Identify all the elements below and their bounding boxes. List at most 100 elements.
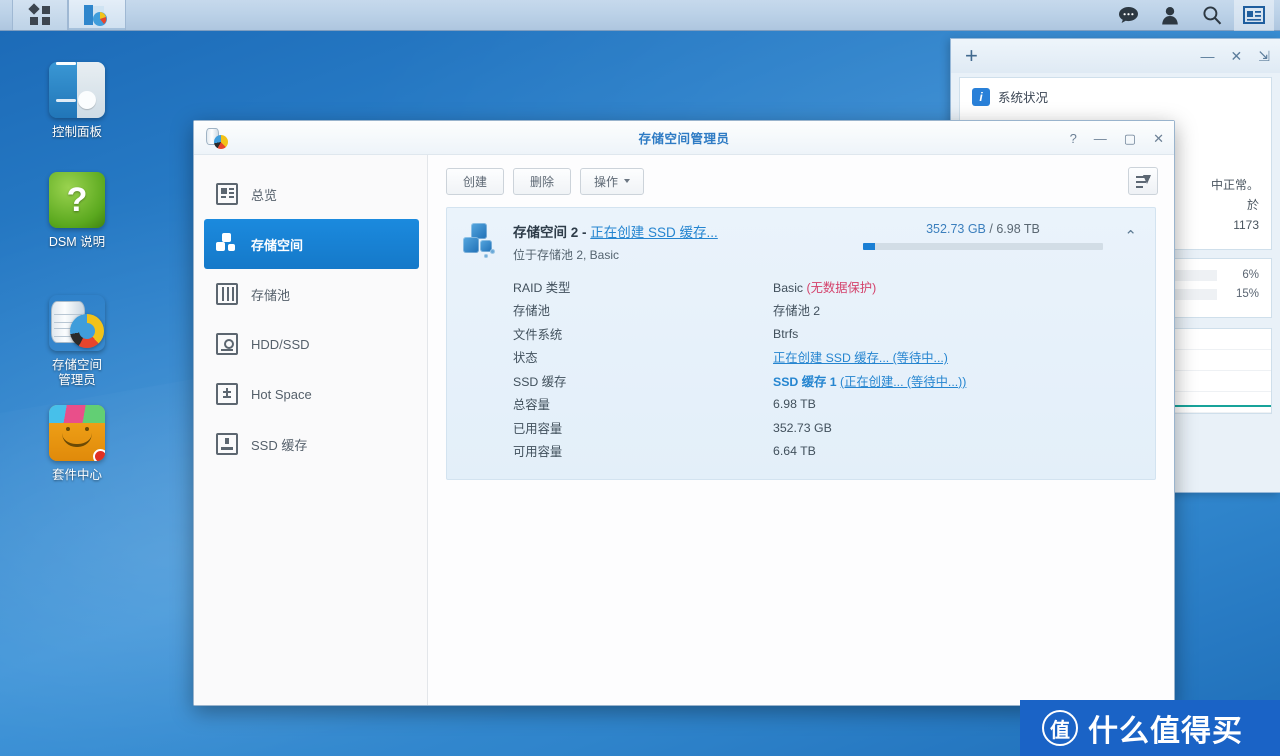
detail-value-extra: (无数据保护) xyxy=(807,281,877,295)
storage-pool-icon xyxy=(216,283,238,305)
ssd-cache-icon xyxy=(216,433,238,455)
detail-value: Btrfs xyxy=(773,327,798,341)
capacity-separator: / xyxy=(989,222,992,236)
create-button[interactable]: 创建 xyxy=(446,168,504,195)
sidebar-item-label: 存储空间 xyxy=(251,235,303,254)
volume-title-separator: - xyxy=(582,225,587,240)
volume-card[interactable]: 存储空间 2 - 正在创建 SSD 缓存... 位于存储池 2, Basic 3… xyxy=(446,207,1156,480)
widgets-titlebar: + — ✕ ⇲ xyxy=(951,39,1280,73)
capacity-used: 352.73 GB xyxy=(926,222,986,236)
storage-volume-cubes-icon xyxy=(463,223,501,261)
help-button[interactable]: ? xyxy=(1070,132,1077,145)
watermark-text: 什么值得买 xyxy=(1088,706,1243,750)
detail-value-link[interactable]: SSD 缓存 1 xyxy=(773,375,837,389)
watermark: 值 什么值得买 xyxy=(1020,700,1280,756)
taskbar-app-storage-manager[interactable] xyxy=(68,0,126,30)
sort-button[interactable] xyxy=(1128,167,1158,195)
hot-space-icon xyxy=(216,383,238,405)
volume-title-row: 存储空间 2 - 正在创建 SSD 缓存... xyxy=(513,221,851,241)
app-grid-icon xyxy=(30,5,50,25)
detail-key: RAID 类型 xyxy=(513,278,773,296)
volume-subtitle: 位于存储池 2, Basic xyxy=(513,246,851,263)
notifications-icon[interactable] xyxy=(1108,0,1148,31)
storage-manager-icon xyxy=(84,3,110,27)
detail-key: 存储池 xyxy=(513,301,773,319)
desktop-icon-package-center[interactable]: 套件中心 xyxy=(22,405,132,483)
sidebar-item-overview[interactable]: 总览 xyxy=(194,169,427,219)
sidebar-item-ssd-cache[interactable]: SSD 缓存 xyxy=(194,419,427,469)
detail-value: 352.73 GB xyxy=(773,421,832,435)
desktop-icon-label: 套件中心 xyxy=(22,468,132,483)
storage-manager-desktop-icon xyxy=(49,295,105,351)
close-button[interactable]: ✕ xyxy=(1153,132,1164,145)
desktop-icon-storage-manager[interactable]: 存储空间 管理员 xyxy=(22,295,132,388)
sidebar-item-label: HDD/SSD xyxy=(251,337,310,352)
app-menu-button[interactable] xyxy=(12,0,68,30)
sidebar-item-label: 总览 xyxy=(251,185,277,204)
sidebar-item-storage-volume[interactable]: 存储空间 xyxy=(204,219,419,269)
detail-value-extra[interactable]: (正在创建... (等待中...)) xyxy=(840,375,966,389)
detail-value-link[interactable]: 正在创建 SSD 缓存... (等待中...) xyxy=(773,351,948,365)
window-titlebar[interactable]: 存储空间管理员 ? — ▢ ✕ xyxy=(194,121,1174,155)
delete-button[interactable]: 删除 xyxy=(513,168,571,195)
widgets-panel-icon[interactable] xyxy=(1234,0,1274,31)
sidebar-item-hdd-ssd[interactable]: HDD/SSD xyxy=(194,319,427,369)
overview-icon xyxy=(216,183,238,205)
capacity-total: 6.98 TB xyxy=(996,222,1040,236)
taskbar-left xyxy=(0,0,126,30)
detail-row-ssd-cache: SSD 缓存 SSD 缓存 1 (正在创建... (等待中...)) xyxy=(513,369,1137,393)
detail-row-available-capacity: 可用容量 6.64 TB xyxy=(513,440,1137,464)
detail-row-status: 状态 正在创建 SSD 缓存... (等待中...) xyxy=(513,346,1137,370)
create-button-label: 创建 xyxy=(463,173,487,190)
storage-volume-icon xyxy=(216,233,238,255)
desktop-icon-control-panel[interactable]: 控制面板 xyxy=(22,62,132,140)
window-app-icon xyxy=(206,127,228,149)
capacity-bar-fill xyxy=(863,243,875,250)
detail-value: 正在创建 SSD 缓存... (等待中...) xyxy=(773,348,948,366)
detail-key: 总容量 xyxy=(513,395,773,413)
sidebar: 总览 存储空间 存储池 HDD/SSD Hot Space xyxy=(194,155,428,705)
watermark-badge: 值 xyxy=(1042,710,1078,746)
volume-details-list: RAID 类型 Basic (无数据保护) 存储池 存储池 2 文件系统 Btr… xyxy=(463,275,1137,463)
window-body: 总览 存储空间 存储池 HDD/SSD Hot Space xyxy=(194,155,1174,705)
desktop-icon-label-line1: 存储空间 xyxy=(22,358,132,373)
taskbar-spacer xyxy=(126,0,1108,30)
collapse-chevron-up-icon[interactable]: ⌃ xyxy=(1115,221,1137,245)
detail-key: 文件系统 xyxy=(513,325,773,343)
volume-status-link[interactable]: 正在创建 SSD 缓存... xyxy=(590,225,718,240)
minimize-button[interactable]: — xyxy=(1094,132,1107,145)
resource-percent: 15% xyxy=(1225,288,1259,300)
detail-key: 状态 xyxy=(513,348,773,366)
add-widget-button[interactable]: + xyxy=(965,45,978,67)
window-controls: ? — ▢ ✕ xyxy=(1070,121,1164,155)
search-icon[interactable] xyxy=(1192,0,1232,31)
desktop-icon-dsm-help[interactable]: ? DSM 说明 xyxy=(22,172,132,250)
widgets-detach-icon[interactable]: ⇲ xyxy=(1258,48,1270,65)
toolbar: 创建 删除 操作 xyxy=(428,155,1174,207)
widget-system-health-header: i 系统状况 xyxy=(960,78,1271,115)
detail-value: 存储池 2 xyxy=(773,301,820,319)
maximize-button[interactable]: ▢ xyxy=(1124,132,1136,145)
control-panel-icon xyxy=(49,62,105,118)
info-icon: i xyxy=(972,88,990,106)
widgets-pin-icon[interactable]: ✕ xyxy=(1231,48,1243,65)
content-area: 创建 删除 操作 xyxy=(428,155,1174,705)
detail-key: 可用容量 xyxy=(513,442,773,460)
detail-value: 6.64 TB xyxy=(773,444,816,458)
sidebar-item-storage-pool[interactable]: 存储池 xyxy=(194,269,427,319)
sidebar-item-hot-space[interactable]: Hot Space xyxy=(194,369,427,419)
action-dropdown-button[interactable]: 操作 xyxy=(580,168,644,195)
taskbar xyxy=(0,0,1280,31)
desktop-icon-label: DSM 说明 xyxy=(22,235,132,250)
chevron-down-icon xyxy=(624,179,630,183)
user-account-icon[interactable] xyxy=(1150,0,1190,31)
capacity-text: 352.73 GB / 6.98 TB xyxy=(863,222,1103,236)
action-button-label: 操作 xyxy=(594,173,618,190)
sidebar-item-label: SSD 缓存 xyxy=(251,435,307,454)
widgets-minimize-button[interactable]: — xyxy=(1201,48,1215,64)
resource-percent: 6% xyxy=(1225,269,1259,281)
detail-row-total-capacity: 总容量 6.98 TB xyxy=(513,393,1137,417)
delete-button-label: 删除 xyxy=(530,173,554,190)
hdd-ssd-icon xyxy=(216,333,238,355)
desktop-icon-label-line2: 管理员 xyxy=(22,373,132,388)
